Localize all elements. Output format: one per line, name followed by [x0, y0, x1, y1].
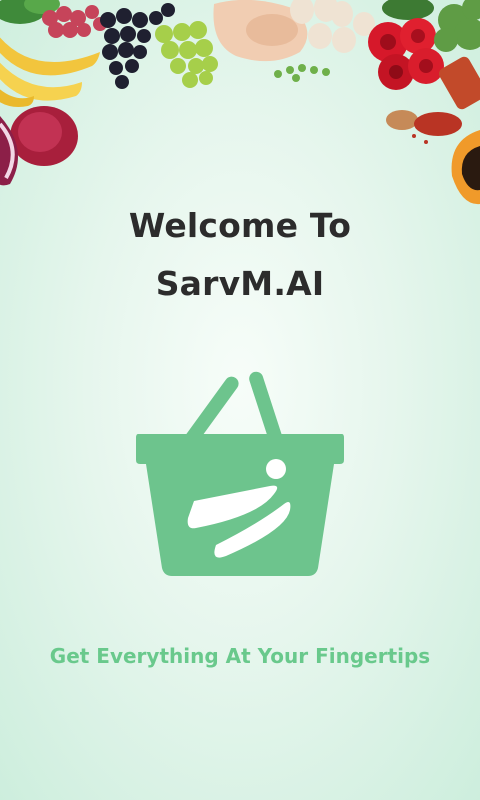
welcome-title-line2: SarvM.AI [155, 264, 325, 303]
roses-image [368, 0, 444, 90]
welcome-title-line1: Welcome To [128, 206, 352, 245]
peas-image [274, 64, 330, 82]
broccoli-image [434, 0, 480, 52]
shopping-basket-logo-icon [136, 371, 344, 576]
tagline-text: Get Everything At Your Fingertips [49, 644, 431, 668]
papaya-image [451, 130, 480, 205]
onion-image [0, 106, 78, 186]
produce-decoration [0, 0, 480, 205]
bananas-image [0, 37, 100, 107]
green-grapes-image [155, 21, 218, 88]
